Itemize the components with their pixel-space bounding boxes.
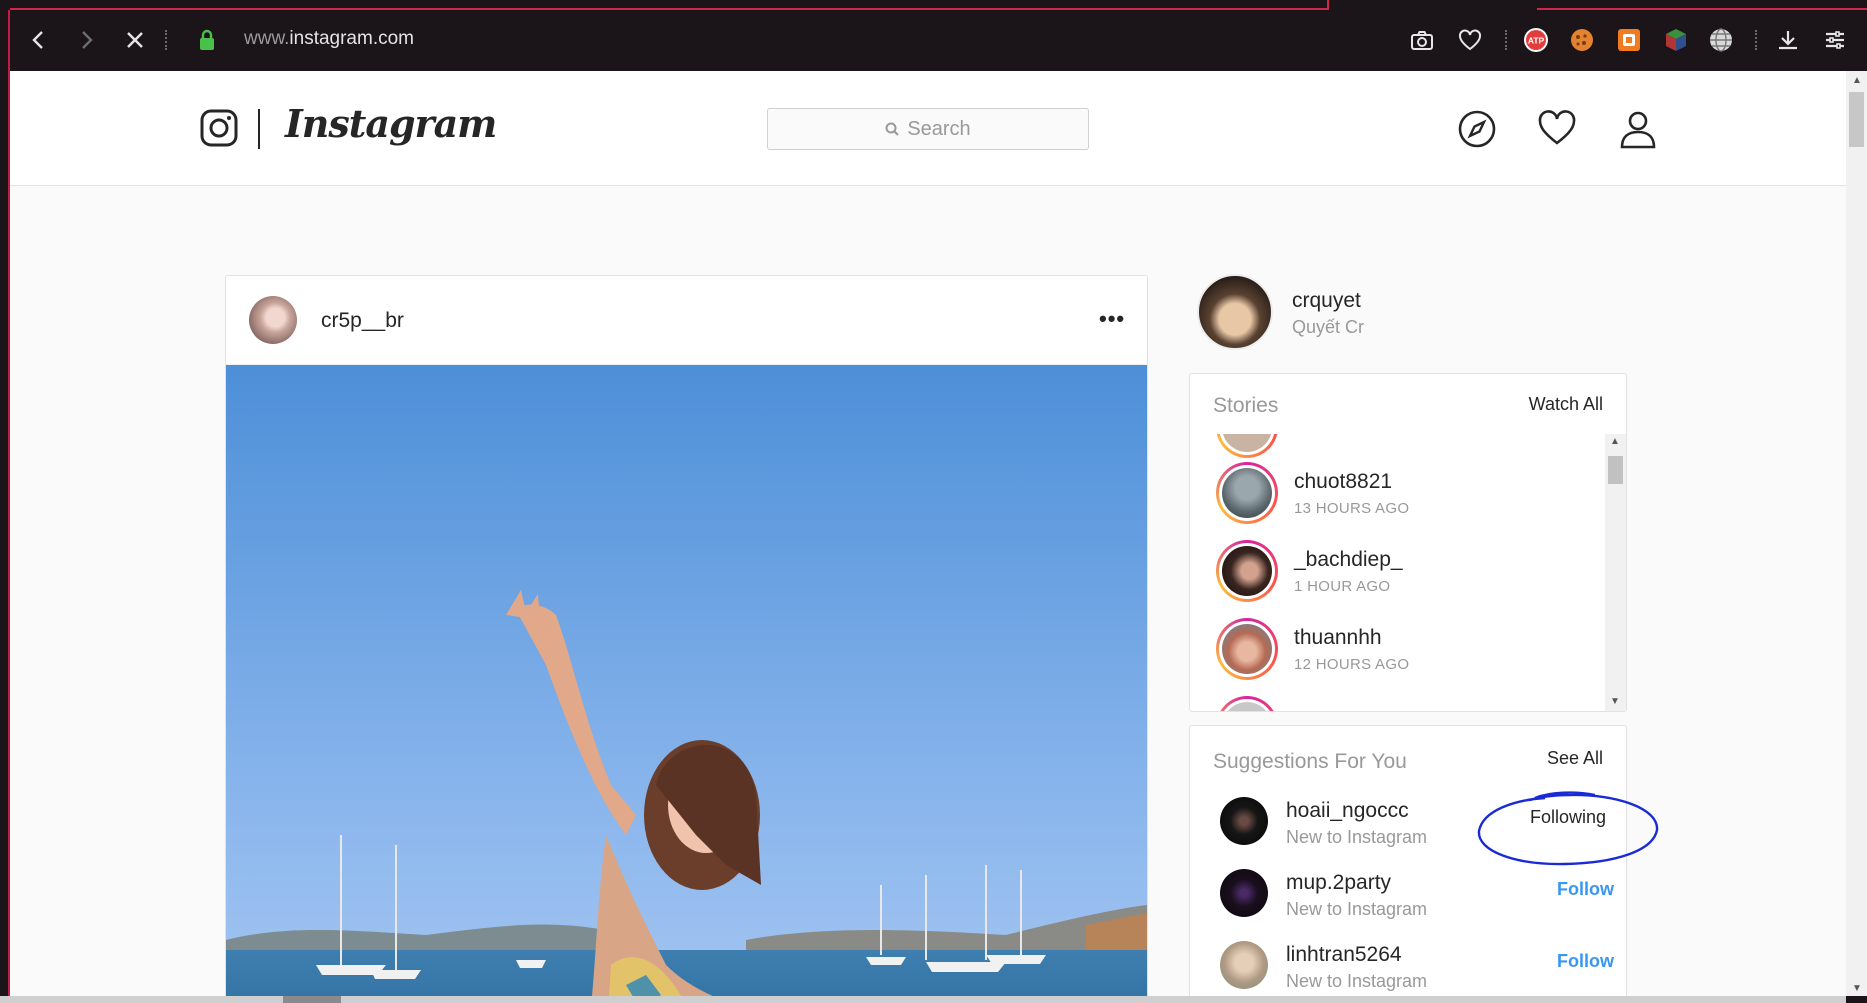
story-ring: [1216, 462, 1278, 524]
toolbar-separator: [165, 30, 167, 50]
see-all-link[interactable]: See All: [1547, 748, 1603, 769]
suggestions-title: Suggestions For You: [1213, 750, 1407, 773]
current-user-fullname: Quyết Cr: [1292, 317, 1365, 337]
suggestion-item: mup.2party New to Instagram Follow: [1220, 869, 1620, 925]
post-author-avatar[interactable]: [249, 296, 297, 344]
stories-panel: Stories Watch All chuot8821 13 HOURS AGO…: [1189, 373, 1627, 712]
search-input[interactable]: Search: [767, 108, 1089, 150]
url-prefix: www.: [244, 28, 290, 49]
page-scroll-up-icon[interactable]: ▲: [1850, 75, 1864, 87]
stories-scroll-up-icon[interactable]: ▲: [1608, 436, 1622, 448]
browser-toolbar: www.instagram.com ATP: [0, 0, 1867, 71]
suggestion-subtitle: New to Instagram: [1286, 971, 1428, 991]
suggestion-avatar[interactable]: [1220, 797, 1268, 845]
suggestion-subtitle: New to Instagram: [1286, 899, 1428, 919]
window-edge: [0, 10, 10, 1003]
forward-icon[interactable]: [68, 22, 104, 58]
story-ring: [1216, 618, 1278, 680]
post-author-username[interactable]: cr5p__br: [321, 309, 404, 333]
suggestion-subtitle: New to Instagram: [1286, 827, 1428, 847]
story-username: chuot8821: [1294, 470, 1393, 493]
logo-divider: [258, 109, 260, 149]
tab-indicator: [1537, 8, 1867, 10]
activity-heart-icon[interactable]: [1537, 109, 1577, 149]
url-domain: instagram.com: [289, 28, 415, 49]
address-bar[interactable]: www.instagram.com: [244, 28, 414, 50]
annotation-circle: [1477, 791, 1659, 866]
stop-icon[interactable]: [117, 22, 153, 58]
orange-extension-icon[interactable]: [1613, 24, 1645, 56]
story-ring: [1216, 540, 1278, 602]
story-avatar: [1222, 468, 1272, 518]
follow-button[interactable]: Follow: [1557, 951, 1614, 972]
cookie-extension-icon[interactable]: [1566, 24, 1598, 56]
toolbar-separator: [1505, 30, 1507, 50]
suggestion-username[interactable]: linhtran5264: [1286, 943, 1402, 967]
story-item[interactable]: _bachdiep_ 1 HOUR AGO: [1216, 540, 1576, 602]
post-more-options-icon[interactable]: •••: [1099, 306, 1125, 332]
atp-extension-icon[interactable]: ATP: [1520, 24, 1552, 56]
story-avatar: [1222, 624, 1272, 674]
current-user-username[interactable]: crquyet: [1292, 289, 1361, 313]
story-item[interactable]: thuannhh 12 HOURS AGO: [1216, 618, 1576, 680]
explore-compass-icon[interactable]: [1457, 109, 1497, 149]
toolbar-separator: [1755, 30, 1757, 50]
story-time: 1 HOUR AGO: [1294, 578, 1391, 595]
globe-icon[interactable]: [1705, 24, 1737, 56]
instagram-camera-icon[interactable]: [200, 109, 238, 147]
post-photo[interactable]: [226, 365, 1147, 996]
instagram-header: Instagram Search: [10, 71, 1846, 186]
follow-button[interactable]: Follow: [1557, 879, 1614, 900]
stories-scroll-down-icon[interactable]: ▼: [1608, 696, 1622, 708]
story-username: _bachdiep_: [1294, 548, 1403, 571]
post-header: cr5p__br •••: [226, 276, 1147, 365]
watch-all-link[interactable]: Watch All: [1529, 394, 1603, 415]
atp-label: ATP: [1528, 36, 1545, 46]
back-icon[interactable]: [21, 22, 57, 58]
lock-icon[interactable]: [189, 22, 225, 58]
stories-title: Stories: [1213, 394, 1279, 417]
search-placeholder: Search: [907, 117, 971, 140]
suggestion-username[interactable]: mup.2party: [1286, 871, 1391, 895]
page-scroll-thumb[interactable]: [1849, 92, 1864, 147]
suggestion-avatar[interactable]: [1220, 869, 1268, 917]
story-username: thuannhh: [1294, 626, 1382, 649]
download-icon[interactable]: [1772, 24, 1804, 56]
profile-user-icon[interactable]: [1618, 109, 1658, 149]
story-item-partial[interactable]: [1216, 696, 1576, 711]
menu-icon[interactable]: [1819, 24, 1851, 56]
active-tab-indicator: [10, 8, 1328, 10]
page-scroll-down-icon[interactable]: ▼: [1850, 983, 1864, 995]
suggestion-username[interactable]: hoaii_ngoccc: [1286, 799, 1409, 823]
story-time: 12 HOURS AGO: [1294, 656, 1410, 673]
feed-post: cr5p__br •••: [225, 275, 1148, 996]
horizontal-scrollbar[interactable]: [0, 996, 1846, 1003]
story-item[interactable]: chuot8821 13 HOURS AGO: [1216, 462, 1576, 524]
tab-edge: [1327, 0, 1329, 10]
heart-icon[interactable]: [1454, 24, 1486, 56]
stories-scroll-thumb[interactable]: [1608, 456, 1623, 484]
story-avatar: [1222, 546, 1272, 596]
instagram-logo[interactable]: Instagram: [285, 101, 497, 146]
horizontal-scroll-thumb[interactable]: [283, 996, 341, 1003]
page-scrollbar[interactable]: [1846, 71, 1867, 996]
cube-extension-icon[interactable]: [1660, 24, 1692, 56]
current-user-avatar[interactable]: [1197, 274, 1273, 350]
camera-icon[interactable]: [1406, 24, 1438, 56]
suggestion-item: linhtran5264 New to Instagram Follow: [1220, 941, 1620, 996]
page-viewport: Instagram Search cr5p__br ••• crquyet Qu…: [10, 71, 1846, 996]
story-ring: [1216, 696, 1278, 711]
suggestion-avatar[interactable]: [1220, 941, 1268, 989]
story-time: 13 HOURS AGO: [1294, 500, 1410, 517]
search-icon: [885, 122, 900, 136]
